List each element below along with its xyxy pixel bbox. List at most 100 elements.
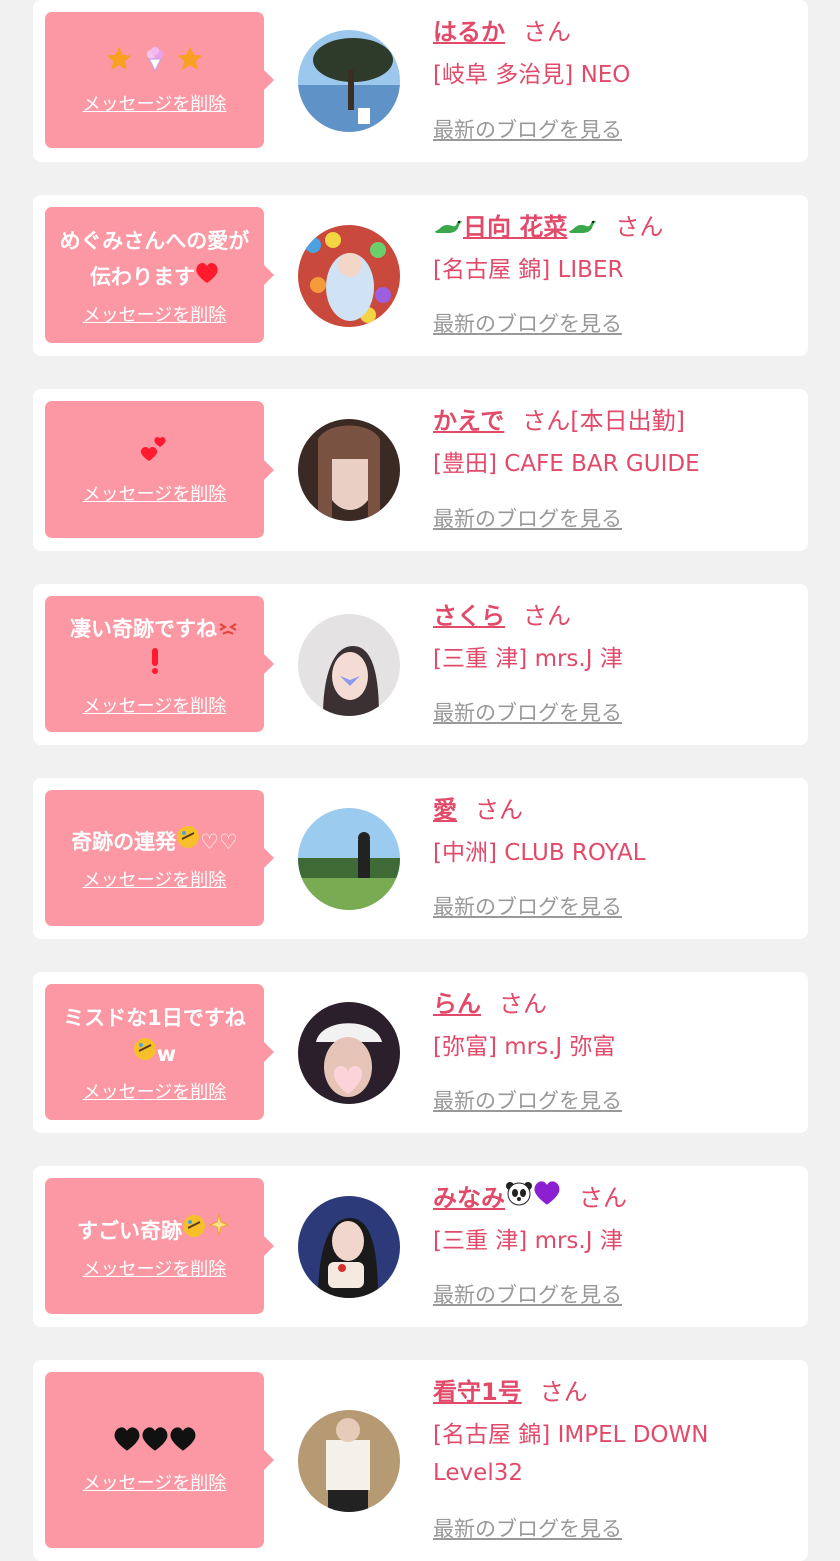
two-hearts-icon — [140, 433, 170, 474]
message-tail: w — [156, 1042, 177, 1066]
panda-icon — [505, 1180, 533, 1216]
dinosaur-icon — [567, 209, 597, 245]
message-content: ミスドな1日ですね — [63, 1006, 246, 1030]
message-card: 奇跡の連発 ♡♡ メッセージを削除 愛さん [中洲] CLUB ROYAL 最新の… — [33, 778, 808, 939]
rofl-icon — [133, 1036, 157, 1072]
delete-message-link[interactable]: メッセージを削除 — [83, 866, 227, 892]
honorific-label: さん — [579, 1184, 627, 1212]
profile-name-link[interactable]: はるか — [433, 18, 505, 46]
message-text — [105, 45, 204, 84]
sparkles-icon — [206, 1212, 232, 1249]
shop-label: [岐阜 多治見] NEO — [433, 62, 631, 88]
white-heart-icon: ♡ — [219, 830, 238, 854]
profile-name-link[interactable]: みなみ — [433, 1181, 561, 1212]
delete-message-link[interactable]: メッセージを削除 — [83, 301, 227, 327]
delete-message-link[interactable]: メッセージを削除 — [83, 1255, 227, 1281]
profile-name-link[interactable]: らん — [433, 990, 481, 1018]
delete-message-link[interactable]: メッセージを削除 — [83, 1469, 227, 1495]
message-bubble: ミスドな1日ですね w メッセージを削除 — [45, 984, 274, 1120]
exclamation-icon — [149, 647, 161, 686]
honorific-label: さん — [523, 602, 571, 630]
profile-info: らん さん [弥富] mrs.J 弥富 最新のブログを見る — [433, 986, 788, 1115]
red-heart-icon — [195, 259, 219, 295]
message-card: すごい奇跡 メッセージを削除 みなみ さん [三重 津] mrs.J 津 最新のブ… — [33, 1166, 808, 1327]
avatar[interactable] — [298, 614, 400, 716]
honorific-label: さん — [499, 990, 547, 1018]
message-text: めぐみさんへの愛が伝わります — [53, 223, 256, 295]
latest-blog-link[interactable]: 最新のブログを見る — [433, 697, 622, 727]
avatar[interactable] — [298, 1410, 400, 1512]
honorific-label: さん — [475, 796, 523, 824]
delete-message-link[interactable]: メッセージを削除 — [83, 1078, 227, 1104]
purple-heart-icon — [533, 1180, 561, 1216]
latest-blog-link[interactable]: 最新のブログを見る — [433, 114, 622, 144]
message-text — [113, 1426, 197, 1463]
avatar[interactable] — [298, 419, 400, 521]
message-bubble: 奇跡の連発 ♡♡ メッセージを削除 — [45, 790, 274, 926]
honorific-label: さん — [523, 18, 571, 46]
latest-blog-link[interactable]: 最新のブログを見る — [433, 1085, 622, 1115]
message-list: メッセージを削除 はるか さん [岐阜 多治見] NEO 最新のブログを見る めぐ… — [0, 0, 840, 1561]
message-text: すごい奇跡 — [77, 1212, 232, 1249]
profile-name-link[interactable]: かえで — [433, 407, 504, 435]
latest-blog-link[interactable]: 最新のブログを見る — [433, 1279, 622, 1309]
honorific-label: さん — [615, 213, 664, 241]
message-text — [140, 433, 170, 474]
profile-info: 日向 花菜 さん [名古屋 錦] LIBER 最新のブログを見る — [433, 209, 788, 338]
latest-blog-link[interactable]: 最新のブログを見る — [433, 1513, 622, 1543]
message-bubble: 凄い奇跡ですね メッセージを削除 — [45, 596, 274, 732]
message-card: メッセージを削除 看守1号 さん [名古屋 錦] IMPEL DOWN Level… — [33, 1360, 808, 1561]
star-icon — [176, 45, 204, 84]
black-heart-icon — [141, 1426, 169, 1463]
delete-message-link[interactable]: メッセージを削除 — [83, 90, 227, 116]
delete-message-link[interactable]: メッセージを削除 — [83, 480, 227, 506]
profile-info: はるか さん [岐阜 多治見] NEO 最新のブログを見る — [433, 14, 788, 144]
shop-label: [名古屋 錦] LIBER — [433, 257, 624, 283]
status-badge: [本日出勤] — [570, 407, 686, 435]
message-card: 凄い奇跡ですね メッセージを削除 さくら さん [三重 津] mrs.J 津 最新… — [33, 584, 808, 745]
profile-info: 愛さん [中洲] CLUB ROYAL 最新のブログを見る — [433, 792, 788, 921]
message-bubble: メッセージを削除 — [45, 1372, 274, 1548]
shop-label: [三重 津] mrs.J 津 — [433, 646, 623, 672]
message-text: 奇跡の連発 ♡♡ — [71, 824, 238, 860]
message-content: めぐみさんへの愛が伝わります — [59, 229, 250, 289]
avatar[interactable] — [298, 808, 400, 910]
profile-name-link[interactable]: 愛 — [433, 796, 457, 824]
profile-info: みなみ さん [三重 津] mrs.J 津 最新のブログを見る — [433, 1180, 788, 1309]
black-heart-icon — [113, 1426, 141, 1463]
shop-label: [三重 津] mrs.J 津 — [433, 1228, 623, 1254]
bouquet-icon — [141, 45, 169, 84]
profile-info: 看守1号 さん [名古屋 錦] IMPEL DOWN Level32 最新のブログ… — [433, 1374, 788, 1543]
rofl-icon — [182, 1213, 206, 1249]
message-bubble: メッセージを削除 — [45, 401, 274, 538]
message-content: 奇跡の連発 — [71, 830, 177, 854]
profile-name-link[interactable]: 日向 花菜 — [433, 213, 597, 241]
black-heart-icon — [169, 1426, 197, 1463]
honorific-label: さん — [539, 1378, 588, 1406]
shop-label: [名古屋 錦] IMPEL DOWN Level32 — [433, 1422, 709, 1486]
message-content: 凄い奇跡ですね — [70, 616, 217, 641]
message-bubble: メッセージを削除 — [45, 12, 274, 148]
latest-blog-link[interactable]: 最新のブログを見る — [433, 891, 622, 921]
avatar[interactable] — [298, 225, 400, 327]
profile-name-text: みなみ — [433, 1184, 505, 1212]
latest-blog-link[interactable]: 最新のブログを見る — [433, 308, 622, 338]
avatar[interactable] — [298, 1196, 400, 1298]
tired-face-icon — [217, 611, 239, 647]
message-card: メッセージを削除 はるか さん [岐阜 多治見] NEO 最新のブログを見る — [33, 0, 808, 162]
shop-label: [豊田] CAFE BAR GUIDE — [433, 451, 700, 477]
profile-name-link[interactable]: さくら — [433, 602, 505, 630]
shop-label: [中洲] CLUB ROYAL — [433, 840, 646, 866]
message-text: ミスドな1日ですね w — [63, 1000, 246, 1072]
rofl-icon — [176, 824, 200, 860]
profile-info: さくら さん [三重 津] mrs.J 津 最新のブログを見る — [433, 598, 788, 727]
honorific-label: さん — [522, 407, 571, 435]
delete-message-link[interactable]: メッセージを削除 — [83, 692, 227, 718]
profile-name-link[interactable]: 看守1号 — [433, 1378, 522, 1406]
star-icon — [105, 45, 133, 84]
avatar[interactable] — [298, 1002, 400, 1104]
latest-blog-link[interactable]: 最新のブログを見る — [433, 503, 622, 533]
profile-name-text: 日向 花菜 — [463, 213, 568, 241]
avatar[interactable] — [298, 30, 400, 132]
message-content: すごい奇跡 — [77, 1218, 182, 1243]
